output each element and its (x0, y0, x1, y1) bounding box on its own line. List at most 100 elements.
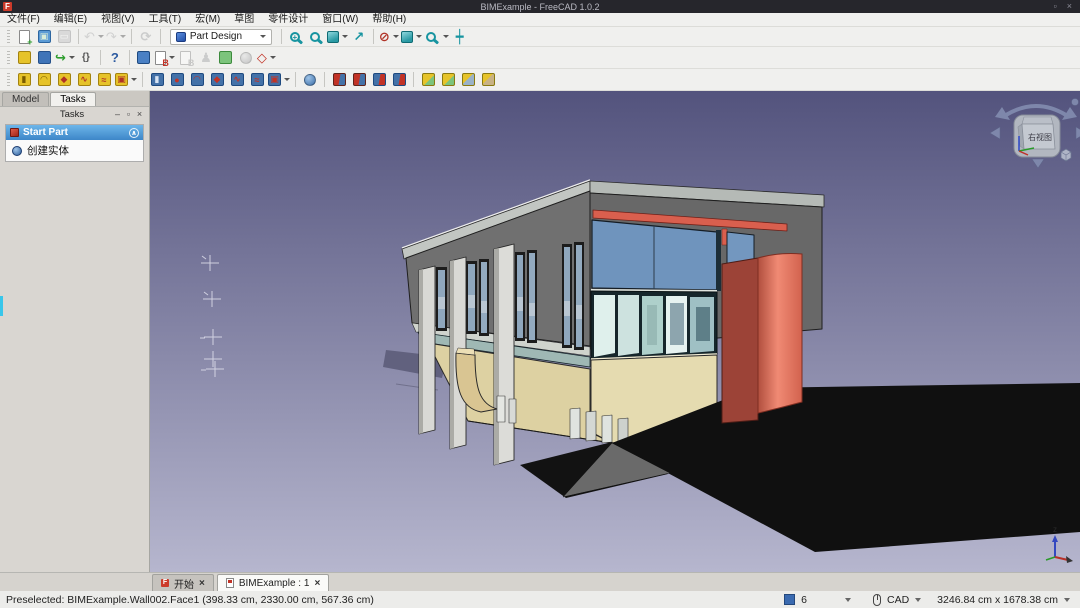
document-icon (226, 578, 234, 588)
validate-shape-button[interactable] (217, 49, 235, 67)
pad-button[interactable]: ▮ (15, 71, 33, 89)
menu-item-3[interactable]: 工具(T) (141, 13, 188, 27)
menu-item-0[interactable]: 文件(F) (0, 13, 47, 27)
subtractive-sweep-button[interactable]: ∿ (228, 71, 246, 89)
create-body-icon (12, 146, 22, 156)
undo-button[interactable]: ↶ (84, 28, 104, 46)
chamfer-button[interactable] (439, 71, 457, 89)
groove-button[interactable]: ◠ (188, 71, 206, 89)
toolbar-grip (7, 73, 10, 87)
menu-item-8[interactable]: 帮助(H) (365, 13, 413, 27)
whats-this-button[interactable]: ? (106, 49, 124, 67)
revolve-button[interactable]: ◠ (35, 71, 53, 89)
sync-view-button[interactable] (424, 28, 449, 46)
hole-button[interactable]: ● (168, 71, 186, 89)
layer-count: 6 (801, 594, 807, 606)
select-view-button[interactable]: ↗ (350, 28, 368, 46)
restore-window-button[interactable]: ▫ (1054, 0, 1057, 13)
axonometric-view-button[interactable] (327, 28, 348, 46)
boolean-fuse-button[interactable] (350, 71, 368, 89)
dock-tab-tasks[interactable]: Tasks (50, 92, 96, 106)
nav-style-label[interactable]: CAD (887, 594, 909, 606)
task-group-header[interactable]: Start Part ∧ (6, 125, 143, 140)
pocket-button[interactable]: ▮ (148, 71, 166, 89)
dock-minimize-button[interactable]: – (112, 107, 123, 121)
create-group-button[interactable] (35, 49, 53, 67)
draft-button[interactable] (459, 71, 477, 89)
toolbar-separator (100, 50, 101, 65)
toolbar-structure: ↪{}?BB♟◇ (0, 47, 1080, 69)
additive-primitive-button[interactable]: ▣ (115, 71, 137, 89)
dock-tab-model[interactable]: Model (2, 92, 49, 106)
open-file-button[interactable]: ▣ (35, 28, 53, 46)
menu-item-2[interactable]: 视图(V) (94, 13, 141, 27)
subtractive-loft-button[interactable]: ◆ (208, 71, 226, 89)
document-tab-label: BIMExample : 1 (239, 578, 310, 589)
building-red-features[interactable] (722, 254, 802, 424)
dropdown-caret-icon (98, 35, 104, 38)
dropdown-caret-icon (284, 78, 290, 81)
additive-helix-button[interactable]: ≈ (95, 71, 113, 89)
redo-button[interactable]: ↷ (106, 28, 126, 46)
workbench-value: Part Design (190, 31, 242, 42)
navcube-dot-button[interactable] (1072, 99, 1079, 106)
toolbar-partdesign: ▮◠◆∿≈▣▮●◠◆∿≈▣ (0, 69, 1080, 91)
clipping-plane-button[interactable]: ⊘ (379, 28, 399, 46)
3d-viewport[interactable]: 右视图 z (150, 91, 1080, 572)
document-tab-1[interactable]: BIMExample : 1 × (217, 574, 329, 591)
zoom-fit-button[interactable]: + (287, 28, 305, 46)
navcube-face-label[interactable]: 右视图 (1028, 132, 1052, 142)
measure-button[interactable]: ┿ (451, 28, 469, 46)
toolbar-separator (295, 72, 296, 87)
save-button[interactable]: ▭ (55, 28, 73, 46)
dropdown-caret-icon (443, 35, 449, 38)
menu-item-6[interactable]: 零件设计 (261, 13, 315, 27)
zoom-out-button[interactable] (307, 28, 325, 46)
boolean-compound-button[interactable] (390, 71, 408, 89)
freecad-logo-icon: F (161, 579, 169, 587)
navcube-right-arrow[interactable] (1076, 127, 1080, 139)
dock-close-button[interactable]: × (134, 107, 145, 121)
tab-close-icon[interactable]: × (314, 578, 320, 589)
overlay-panel-indicator[interactable] (0, 296, 3, 316)
boolean-cut-button[interactable] (330, 71, 348, 89)
boolean-common-button[interactable] (370, 71, 388, 89)
create-body-task-link[interactable]: 创建实体 (6, 140, 143, 161)
additive-sweep-button[interactable]: ∿ (75, 71, 93, 89)
create-sketch-button[interactable]: B (155, 49, 175, 67)
tab-close-icon[interactable]: × (199, 578, 205, 589)
fillet-button[interactable] (419, 71, 437, 89)
create-part-button[interactable] (15, 49, 33, 67)
attach-sketch-button[interactable]: ♟ (197, 49, 215, 67)
refresh-button[interactable]: ⟳ (137, 28, 155, 46)
new-file-button[interactable]: + (15, 28, 33, 46)
nav-style-caret[interactable] (915, 598, 921, 602)
menu-item-1[interactable]: 编辑(E) (47, 13, 94, 27)
shape-binder-button[interactable] (237, 49, 255, 67)
create-body-button[interactable] (135, 49, 153, 67)
task-panel-box: Start Part ∧ 创建实体 (5, 124, 144, 162)
menu-item-5[interactable]: 草图 (227, 13, 261, 27)
make-link-button[interactable]: ↪ (55, 49, 75, 67)
navcube-mini-cube[interactable] (1061, 149, 1071, 161)
menu-item-4[interactable]: 宏(M) (188, 13, 227, 27)
subtractive-helix-button[interactable]: ≈ (248, 71, 266, 89)
menu-bar: 文件(F)编辑(E)视图(V)工具(T)宏(M)草图零件设计窗口(W)帮助(H) (0, 13, 1080, 27)
layer-dropdown-caret[interactable] (845, 598, 851, 602)
workbench-selector[interactable]: Part Design (170, 29, 272, 45)
subtractive-primitive-button[interactable]: ▣ (268, 71, 290, 89)
thickness-button[interactable] (479, 71, 497, 89)
menu-item-7[interactable]: 窗口(W) (315, 13, 365, 27)
document-tab-label: 开始 (174, 576, 194, 591)
additive-loft-button[interactable]: ◆ (55, 71, 73, 89)
document-tab-0[interactable]: F 开始 × (152, 574, 214, 591)
collapse-chevron-icon[interactable]: ∧ (129, 128, 139, 138)
create-datum-button[interactable]: ◇ (257, 49, 276, 67)
dimensions-caret[interactable] (1064, 598, 1070, 602)
primitive-sphere-button[interactable] (301, 71, 319, 89)
close-window-button[interactable]: × (1067, 0, 1072, 13)
dock-float-button[interactable]: ▫ (123, 107, 134, 121)
draw-style-button[interactable] (401, 28, 422, 46)
edit-sketch-button[interactable]: B (177, 49, 195, 67)
expression-editor-button[interactable]: {} (77, 49, 95, 67)
